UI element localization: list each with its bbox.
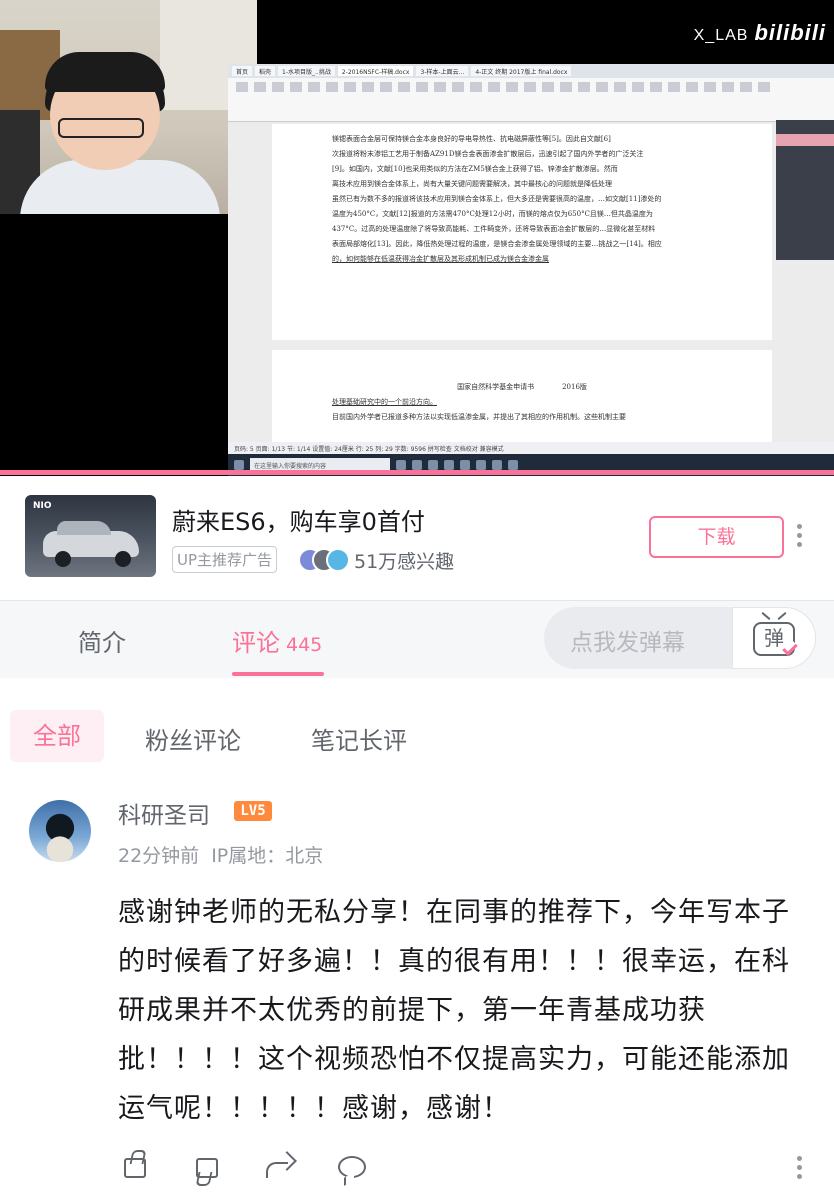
comment-filters: 全部 粉丝评论 笔记长评 — [0, 678, 834, 772]
ad-more-icon[interactable] — [797, 524, 803, 547]
doc-tab-active: 2-2016NSFC-样稿.docx — [337, 66, 414, 76]
danmaku-input[interactable]: 点我发弹幕 弹 — [544, 607, 816, 669]
doc-tab: 稻壳 — [255, 66, 276, 76]
ad-title[interactable]: 蔚来ES6，购车享0首付 — [172, 502, 425, 537]
comment-ip: IP属地：北京 — [211, 845, 324, 867]
comment-meta: 22分钟前 IP属地：北京 — [118, 841, 335, 868]
comment-more-icon[interactable] — [797, 1156, 803, 1179]
comment-content: 感谢钟老师的无私分享！在同事的推荐下，今年写本子的时候看了好多遍！！真的很有用！… — [118, 897, 790, 1124]
level-badge: LV5 — [234, 801, 272, 821]
comment-actions — [118, 1148, 818, 1188]
doc-ribbon — [228, 78, 834, 122]
filter-notes[interactable]: 笔记长评 — [311, 721, 407, 756]
doc-line: 虽然已有为数不多的报道将该技术应用到镁合金体系上，但大多还是需要很高的温度，…如… — [332, 195, 662, 203]
doc-tab: 3-样本-上面云... — [416, 66, 469, 76]
doc-line: 目前国内外学者已报道多种方法以实现低温渗金属，并提出了其相应的作用机制。这些机制… — [332, 413, 626, 421]
car-wheel — [115, 551, 131, 567]
app-root: X_LAB bilibili 首页 稻壳 1-水项目版_..挑战 2-2016NS… — [0, 0, 834, 1198]
tab-active-indicator — [232, 672, 324, 676]
video-watermark: X_LAB bilibili — [694, 20, 826, 46]
danmaku-placeholder: 点我发弹幕 — [570, 630, 685, 656]
presenter-hair-top — [45, 52, 165, 92]
filter-all[interactable]: 全部 — [10, 710, 104, 762]
reply-icon[interactable] — [334, 1148, 370, 1184]
presenter-body — [20, 160, 220, 214]
webcam-overlay — [0, 0, 257, 214]
tab-bar: 简介 评论 445 点我发弹幕 弹 — [0, 601, 834, 678]
presenter-glasses — [58, 118, 144, 138]
bilibili-logo: bilibili — [754, 20, 826, 45]
tab-comments-label: 评论 — [232, 629, 280, 657]
ad-interest-count: 51万感兴趣 — [354, 551, 455, 573]
dislike-icon[interactable] — [190, 1148, 226, 1184]
download-button[interactable]: 下载 — [649, 516, 784, 558]
ad-thumbnail[interactable]: NIO — [25, 495, 156, 577]
doc-page-header: 国家自然科学基金申请书 2016版 — [457, 383, 587, 391]
doc-side-panel — [776, 120, 834, 260]
car-wheel — [55, 551, 71, 567]
tab-intro[interactable]: 简介 — [78, 623, 126, 658]
tab-comments[interactable]: 评论 445 — [232, 623, 322, 658]
comment-time: 22分钟前 — [118, 845, 200, 867]
ad-tag: UP主推荐广告 — [172, 546, 278, 573]
watermark-text: X_LAB — [693, 27, 749, 44]
avatar[interactable] — [29, 800, 91, 862]
tab-comments-count: 445 — [286, 634, 323, 656]
doc-line: [9]。如国内，文献[10]也采用类似的方法在ZM5镁合金上获得了铝、锌渗金扩散… — [332, 165, 618, 173]
interest-avatars — [298, 548, 350, 572]
doc-line: 的，如何能够在低温获得冶金扩散层及其形成机制已成为镁合金渗金属 — [332, 255, 549, 263]
doc-page-2: 国家自然科学基金申请书 2016版 处理基础研究中的一个前沿方向。 目前国内外学… — [272, 350, 772, 450]
doc-line: 温度为450°C，文献[12]报道的方法需470°C处理12小时，而镁的熔点仅为… — [332, 210, 653, 218]
doc-line: 镁锶表面合金层可保持镁合金本身良好的导电导热性、抗电磁屏蔽性等[5]。因此自文献… — [332, 135, 611, 143]
doc-tabs: 首页 稻壳 1-水项目版_..挑战 2-2016NSFC-样稿.docx 3-样… — [228, 64, 834, 78]
doc-line: 表面局部熔化[13]。因此，降低热处理过程的温度，是镁合金渗金属处理领域的主要…… — [332, 240, 662, 248]
doc-line: 437°C。过高的处理温度除了将导致高能耗、工件畸变外，还将导致表面冶金扩散层的… — [332, 225, 656, 233]
screen-share: 首页 稻壳 1-水项目版_..挑战 2-2016NSFC-样稿.docx 3-样… — [228, 64, 834, 476]
video-progress-bar[interactable] — [0, 470, 834, 475]
ad-brand-logo: NIO — [33, 501, 52, 511]
ad-card[interactable]: NIO 蔚来ES6，购车享0首付 UP主推荐广告 51万感兴趣 下载 — [0, 476, 834, 601]
share-icon[interactable] — [262, 1148, 298, 1184]
video-player[interactable]: X_LAB bilibili 首页 稻壳 1-水项目版_..挑战 2-2016NS… — [0, 0, 834, 476]
like-icon[interactable] — [118, 1148, 154, 1184]
filter-fans[interactable]: 粉丝评论 — [145, 721, 241, 756]
doc-line: 处理基础研究中的一个前沿方向。 — [332, 398, 437, 406]
doc-line: 离技术应用到镁合金体系上，尚有大量关键问题需要解决，其中最核心的问题就是降低处理 — [332, 180, 612, 188]
danmaku-toggle-button[interactable]: 弹 — [732, 607, 816, 669]
doc-tab: 4-正文 终期 2017版上 final.docx — [471, 66, 572, 76]
doc-tab: 1-水项目版_..挑战 — [278, 66, 335, 76]
doc-status-bar: 页码: 5 页面: 1/13 节: 1/14 设置值: 24厘米 行: 25 列… — [228, 442, 834, 454]
doc-tab: 首页 — [232, 66, 253, 76]
comment-username[interactable]: 科研圣司 — [118, 796, 210, 830]
doc-line: 次报道将粉末渗铝工艺用于制备AZ91D镁合金表面渗金扩散层后，迅速引起了国内外学… — [332, 150, 644, 158]
avatar — [326, 548, 350, 572]
doc-page: 镁锶表面合金层可保持镁合金本身良好的导电导热性、抗电磁屏蔽性等[5]。因此自文献… — [272, 124, 772, 340]
